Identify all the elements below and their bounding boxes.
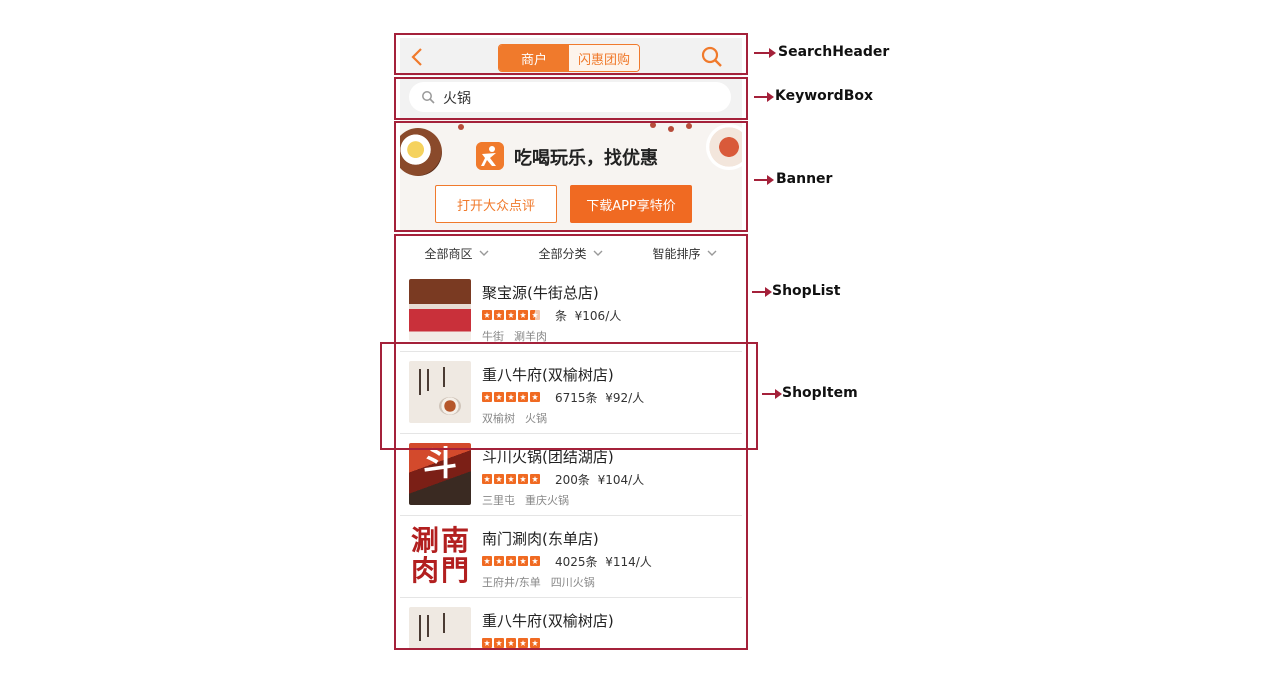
annotation-arrow [754, 48, 776, 58]
annotation-label-keyword-box: KeywordBox [775, 88, 874, 104]
annotation-label-shop-item: ShopItem [782, 385, 858, 401]
annotation-arrow [754, 92, 774, 102]
annotation-arrow [752, 287, 772, 297]
annotation-box-search-header [394, 33, 748, 75]
annotation-label-search-header: SearchHeader [778, 44, 890, 60]
annotation-arrow [762, 389, 782, 399]
annotation-arrow [754, 175, 774, 185]
annotation-box-banner [394, 121, 748, 232]
annotation-label-shop-list: ShopList [772, 283, 841, 299]
annotation-box-shop-item [380, 342, 758, 450]
annotation-label-banner: Banner [776, 171, 833, 187]
annotation-box-keyword-box [394, 77, 748, 120]
